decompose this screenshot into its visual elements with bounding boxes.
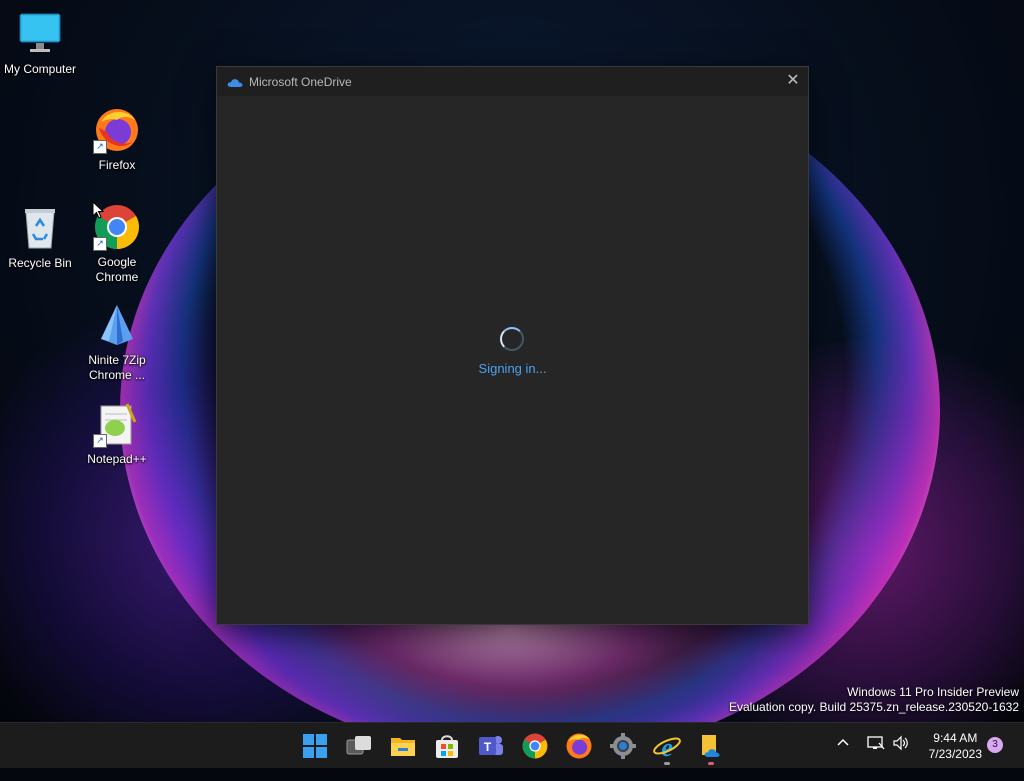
desktop-icon-label: Ninite 7Zip Chrome ...	[88, 353, 146, 382]
file-explorer-button[interactable]	[388, 731, 418, 761]
desktop-icon-google-chrome[interactable]: ↗ Google Chrome	[77, 203, 157, 285]
file-explorer-icon	[391, 738, 415, 756]
network-icon	[867, 736, 885, 750]
desktop-icon-ninite[interactable]: Ninite 7Zip Chrome ...	[77, 301, 157, 383]
firefox-taskbar-button[interactable]	[564, 731, 594, 761]
desktop-icon-label: Notepad++	[87, 452, 147, 466]
speaker-icon	[893, 735, 908, 751]
desktop-icon-label: Recycle Bin	[8, 256, 72, 270]
teams-icon: T	[479, 736, 503, 755]
desktop-icon-notepad-plus-plus[interactable]: ↗ Notepad++	[77, 400, 157, 467]
teams-button[interactable]: T	[476, 731, 506, 761]
settings-button[interactable]	[608, 731, 638, 761]
signing-in-status: Signing in...	[478, 361, 547, 376]
onedrive-setup-icon	[702, 735, 720, 757]
desktop-icon-recycle-bin[interactable]: Recycle Bin	[0, 204, 80, 271]
firefox-icon: ↗	[93, 106, 141, 154]
window-titlebar[interactable]: Microsoft OneDrive ✕	[217, 67, 808, 96]
shortcut-arrow-icon: ↗	[93, 434, 107, 448]
taskbar-clock[interactable]: 9:44 AM 7/23/2023	[929, 730, 982, 762]
network-status[interactable]	[867, 735, 885, 781]
start-icon	[303, 734, 327, 758]
chrome-icon	[522, 733, 548, 759]
task-view-icon	[346, 736, 371, 755]
taskbar: T e 9:44 AM 7/23/2023 3	[0, 722, 1024, 768]
watermark-line-1: Windows 11 Pro Insider Preview	[847, 685, 1019, 699]
ninite-icon	[93, 301, 141, 349]
desktop-icon-my-computer[interactable]: My Computer	[0, 10, 80, 77]
start-button[interactable]	[300, 731, 330, 761]
notepad-plus-plus-icon: ↗	[93, 400, 141, 448]
running-indicator	[708, 762, 714, 765]
desktop-icon-label: Google Chrome	[95, 255, 139, 284]
svg-text:T: T	[484, 740, 492, 754]
monitor-icon	[16, 10, 64, 58]
svg-text:e: e	[661, 733, 673, 761]
shortcut-arrow-icon: ↗	[93, 140, 107, 154]
chrome-taskbar-button[interactable]	[520, 731, 550, 761]
task-view-button[interactable]	[344, 731, 374, 761]
chevron-up-icon	[837, 738, 849, 746]
loading-spinner-icon	[500, 327, 524, 351]
onedrive-icon	[227, 78, 243, 87]
firefox-icon	[566, 733, 592, 759]
close-button[interactable]: ✕	[778, 67, 808, 96]
onedrive-window: Microsoft OneDrive ✕ Signing in...	[216, 66, 809, 625]
microsoft-store-icon	[436, 735, 458, 758]
notification-badge[interactable]: 3	[987, 737, 1003, 753]
onedrive-setup-taskbar-button[interactable]	[696, 731, 726, 765]
recycle-bin-icon	[16, 204, 64, 252]
volume-control[interactable]	[892, 735, 910, 781]
clock-time: 9:44 AM	[933, 731, 978, 745]
mouse-cursor-icon	[92, 200, 105, 224]
window-title: Microsoft OneDrive	[249, 74, 352, 89]
watermark-line-2: Evaluation copy. Build 25375.zn_release.…	[729, 700, 1019, 714]
running-indicator	[664, 762, 670, 765]
tray-overflow-chevron[interactable]	[836, 735, 850, 781]
internet-explorer-button[interactable]: e	[652, 731, 682, 765]
shortcut-arrow-icon: ↗	[93, 237, 107, 251]
desktop-icon-firefox[interactable]: ↗ Firefox	[77, 106, 157, 173]
clock-date: 7/23/2023	[928, 747, 982, 761]
settings-icon	[610, 733, 636, 759]
desktop-icon-label: My Computer	[3, 62, 77, 76]
microsoft-store-button[interactable]	[432, 731, 462, 761]
desktop-icon-label: Firefox	[98, 158, 136, 172]
internet-explorer-icon: e	[653, 733, 681, 762]
evaluation-watermark: Windows 11 Pro Insider Preview Evaluatio…	[729, 685, 1019, 715]
